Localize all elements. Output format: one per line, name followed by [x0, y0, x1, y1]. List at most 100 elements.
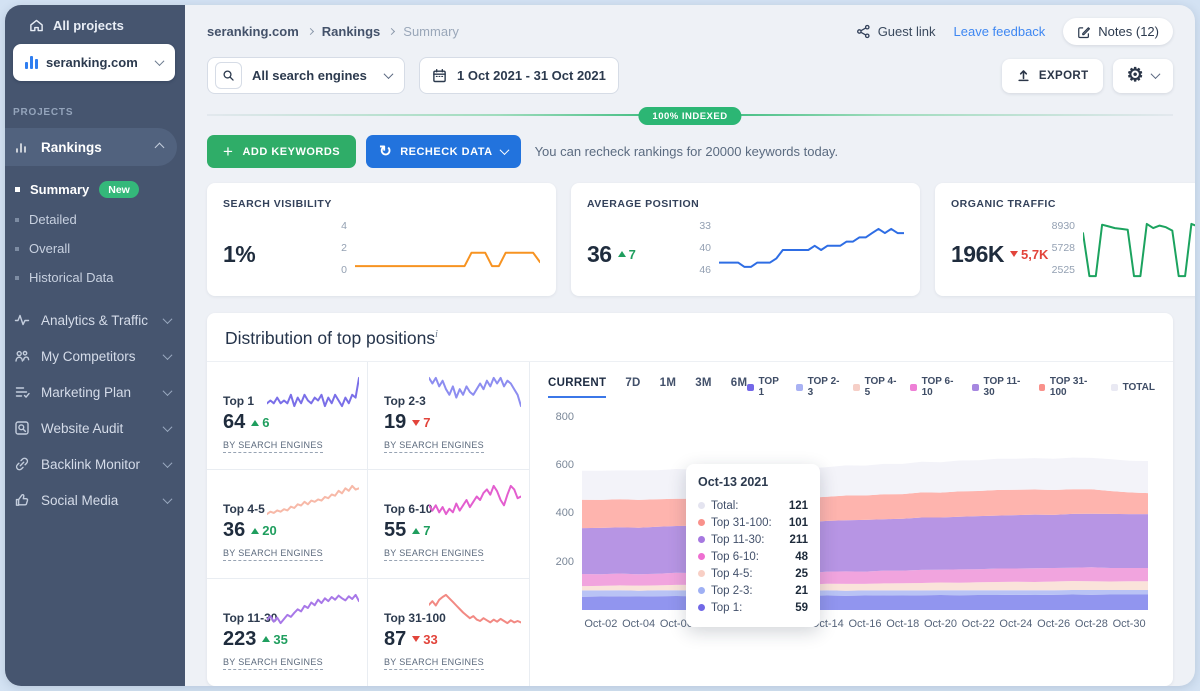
settings-button[interactable]: ⚙	[1113, 59, 1173, 93]
recheck-hint: You can recheck rankings for 20000 keywo…	[535, 144, 839, 159]
info-icon[interactable]: i	[435, 329, 438, 340]
stat-cards-row: SEARCH VISIBILITY1%420AVERAGE POSITION36…	[201, 168, 1179, 296]
legend-item-total[interactable]: TOTAL	[1111, 376, 1155, 398]
delta-value: 33	[423, 632, 437, 647]
tooltip-series-value: 48	[795, 551, 808, 563]
by-search-engines-selector[interactable]: BY SEARCH ENGINES	[384, 548, 484, 561]
by-search-engines-selector[interactable]: BY SEARCH ENGINES	[223, 440, 323, 453]
legend-swatch	[972, 384, 978, 391]
legend-item-top-1[interactable]: TOP 1	[747, 376, 783, 398]
notes-button[interactable]: Notes (12)	[1063, 18, 1173, 45]
breadcrumb-separator	[388, 28, 395, 35]
chevron-down-icon	[384, 69, 394, 79]
arrow-up-icon	[618, 251, 626, 257]
arrow-up-icon	[251, 420, 259, 426]
tooltip-series-value: 101	[789, 517, 808, 529]
sidebar-subitem-historical-data[interactable]: Historical Data	[5, 263, 185, 292]
tooltip-series-label: Total:	[711, 500, 739, 512]
legend-swatch	[747, 384, 753, 391]
tab-current[interactable]: CURRENT	[548, 377, 606, 398]
sidebar-item-analytics-traffic[interactable]: Analytics & Traffic	[5, 302, 185, 338]
tab-1m[interactable]: 1M	[660, 377, 677, 398]
chevron-down-icon	[155, 56, 165, 66]
date-range-picker[interactable]: 1 Oct 2021 - 31 Oct 2021	[419, 57, 619, 94]
search-icon	[215, 62, 242, 89]
sidebar-item-marketing-plan[interactable]: Marketing Plan	[5, 374, 185, 410]
by-search-engines-selector[interactable]: BY SEARCH ENGINES	[384, 440, 484, 453]
y-tick-label: 800	[556, 411, 574, 423]
chevron-down-icon	[163, 458, 173, 468]
sidebar-item-label: Website Audit	[41, 421, 123, 436]
stat-card-organic-traffic: ORGANIC TRAFFIC196K5,7K893057282525	[935, 183, 1195, 296]
x-tick-label: Oct-02	[584, 618, 617, 630]
chart-tooltip: Oct-13 2021 Total:121Top 31-100:101Top 1…	[686, 464, 820, 627]
top-position-card-top-4-5: Top 4-53620BY SEARCH ENGINES	[207, 470, 368, 578]
top-positions-grid: Top 1646BY SEARCH ENGINESTop 2-3197BY SE…	[207, 362, 529, 686]
calendar-icon	[432, 68, 447, 83]
sparkline-top-6-10-spark	[429, 480, 521, 520]
tooltip-series-dot	[698, 587, 705, 594]
competitors-icon	[13, 348, 30, 365]
sidebar-item-backlink-monitor[interactable]: Backlink Monitor	[5, 446, 185, 482]
add-keywords-label: ADD KEYWORDS	[242, 146, 340, 158]
stat-card-delta: 7	[618, 247, 636, 262]
project-chart-icon	[25, 56, 38, 69]
position-count: 87	[384, 628, 406, 651]
distribution-title: Distribution of top positionsi	[207, 313, 1173, 362]
sidebar-subitem-overall[interactable]: Overall	[5, 234, 185, 263]
legend-item-top-11-30[interactable]: TOP 11-30	[972, 376, 1025, 398]
tick-label: 40	[681, 242, 711, 254]
sidebar-subitem-summary[interactable]: SummaryNew	[5, 174, 185, 205]
project-name: seranking.com	[46, 55, 148, 70]
export-button[interactable]: EXPORT	[1002, 59, 1103, 93]
indexed-badge: 100% INDEXED	[638, 107, 741, 125]
positions-chart-panel: CURRENT 7D 1M 3M 6M TOP 1 TOP 2-3 TOP 4-5 TOP 6…	[529, 362, 1173, 686]
legend-item-top-2-3[interactable]: TOP 2-3	[796, 376, 840, 398]
date-range-value: 1 Oct 2021 - 31 Oct 2021	[457, 68, 606, 83]
distribution-card: Distribution of top positionsi Top 1646B…	[207, 313, 1173, 686]
export-icon	[1016, 68, 1031, 83]
by-search-engines-selector[interactable]: BY SEARCH ENGINES	[223, 657, 323, 670]
tab-3m[interactable]: 3M	[695, 377, 712, 398]
tick-label: 4	[317, 220, 347, 232]
add-keywords-button[interactable]: + ADD KEYWORDS	[207, 135, 356, 168]
tab-6m[interactable]: 6M	[731, 377, 748, 398]
recheck-data-button[interactable]: ↻ RECHECK DATA	[366, 135, 520, 168]
legend-item-top-31-100[interactable]: TOP 31-100	[1039, 376, 1098, 398]
search-engines-select[interactable]: All search engines	[207, 57, 405, 94]
leave-feedback-link[interactable]: Leave feedback	[954, 24, 1046, 39]
sidebar-item-website-audit[interactable]: Website Audit	[5, 410, 185, 446]
sparkline-top-31-100-spark	[429, 589, 521, 629]
project-selector[interactable]: seranking.com	[13, 44, 175, 81]
subitem-label: Summary	[30, 182, 89, 197]
breadcrumb-item[interactable]: seranking.com	[207, 24, 299, 39]
tooltip-series-label: Top 1:	[711, 602, 742, 614]
stat-card-label: ORGANIC TRAFFIC	[951, 198, 1195, 210]
sidebar-item-rankings[interactable]: Rankings	[5, 128, 177, 166]
guest-link-button[interactable]: Guest link	[856, 24, 936, 39]
keywords-toolbar: + ADD KEYWORDS ↻ RECHECK DATA You can re…	[201, 123, 1179, 168]
tooltip-series-value: 211	[789, 534, 808, 546]
all-projects-link[interactable]: All projects	[5, 5, 185, 42]
breadcrumb-item[interactable]: Rankings	[322, 24, 381, 39]
sidebar-item-social-media[interactable]: Social Media	[5, 482, 185, 518]
top-position-card-top-11-30: Top 11-3022335BY SEARCH ENGINES	[207, 579, 368, 686]
delta-value: 35	[273, 632, 287, 647]
by-search-engines-selector[interactable]: BY SEARCH ENGINES	[223, 548, 323, 561]
tooltip-series-value: 21	[795, 585, 808, 597]
y-axis-labels: 200400600800	[548, 412, 582, 610]
tooltip-series-label: Top 2-3:	[711, 585, 753, 597]
tab-7d[interactable]: 7D	[625, 377, 640, 398]
top-position-card-top-31-100: Top 31-1008733BY SEARCH ENGINES	[368, 579, 529, 686]
x-tick-label: Oct-20	[924, 618, 957, 630]
legend-item-top-4-5[interactable]: TOP 4-5	[853, 376, 897, 398]
by-search-engines-selector[interactable]: BY SEARCH ENGINES	[384, 657, 484, 670]
stacked-area-svg[interactable]	[582, 412, 1148, 610]
bullet-icon	[15, 187, 20, 192]
breadcrumb-separator	[307, 28, 314, 35]
sidebar-subitem-detailed[interactable]: Detailed	[5, 205, 185, 234]
legend-item-top-6-10[interactable]: TOP 6-10	[910, 376, 959, 398]
main-content: seranking.comRankingsSummary Guest link …	[185, 5, 1195, 686]
sidebar-item-my-competitors[interactable]: My Competitors	[5, 338, 185, 374]
y-tick-label: 400	[556, 507, 574, 519]
